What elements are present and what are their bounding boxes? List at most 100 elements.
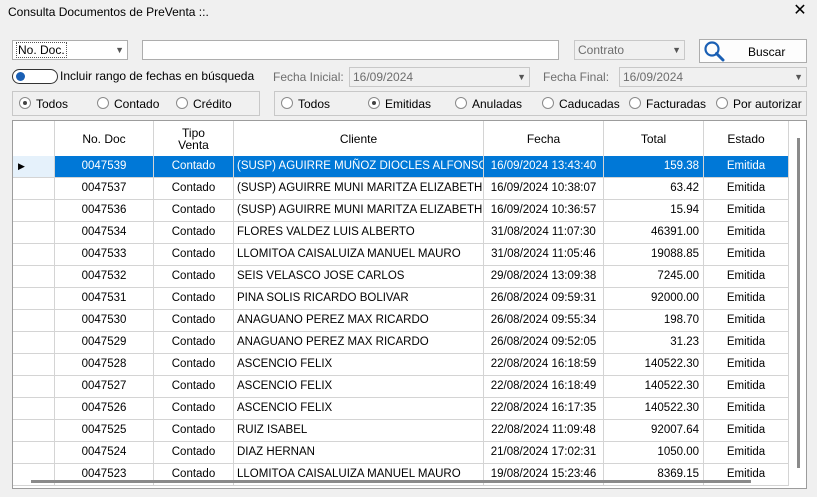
header-no-doc[interactable]: No. Doc bbox=[55, 121, 154, 156]
table-row[interactable]: 0047528 Contado ASCENCIO FELIX 22/08/2024 1… bbox=[13, 354, 789, 376]
cell-cliente[interactable]: DIAZ HERNAN bbox=[234, 442, 484, 464]
cell-estado[interactable]: Emitida bbox=[704, 244, 789, 266]
header-cliente[interactable]: Cliente bbox=[234, 121, 484, 156]
cell-fecha[interactable]: 22/08/2024 16:18:59 bbox=[484, 354, 604, 376]
cell-no-doc[interactable]: 0047532 bbox=[55, 266, 154, 288]
contract-select[interactable]: Contrato ▼ bbox=[574, 40, 685, 60]
include-date-range-toggle[interactable] bbox=[12, 69, 58, 84]
cell-fecha[interactable]: 26/08/2024 09:59:31 bbox=[484, 288, 604, 310]
cell-estado[interactable]: Emitida bbox=[704, 178, 789, 200]
cell-fecha[interactable]: 16/09/2024 10:36:57 bbox=[484, 200, 604, 222]
cell-estado[interactable]: Emitida bbox=[704, 200, 789, 222]
cell-estado[interactable]: Emitida bbox=[704, 332, 789, 354]
row-indicator[interactable] bbox=[13, 332, 55, 354]
cell-total[interactable]: 140522.30 bbox=[604, 398, 704, 420]
start-date-picker[interactable]: 16/09/2024 ▼ bbox=[349, 67, 530, 87]
cell-total[interactable]: 198.70 bbox=[604, 310, 704, 332]
cell-tipo[interactable]: Contado bbox=[154, 178, 234, 200]
cell-estado[interactable]: Emitida bbox=[704, 310, 789, 332]
cell-estado[interactable]: Emitida bbox=[704, 376, 789, 398]
row-indicator[interactable] bbox=[13, 354, 55, 376]
cell-cliente[interactable]: (SUSP) AGUIRRE MUÑOZ DIOCLES ALFONSO bbox=[234, 156, 484, 178]
status-pending-radio[interactable]: Por autorizar bbox=[716, 97, 802, 111]
cell-total[interactable]: 46391.00 bbox=[604, 222, 704, 244]
vertical-scrollbar[interactable] bbox=[797, 138, 800, 468]
cell-estado[interactable]: Emitida bbox=[704, 288, 789, 310]
cell-no-doc[interactable]: 0047536 bbox=[55, 200, 154, 222]
cell-tipo[interactable]: Contado bbox=[154, 376, 234, 398]
sale-type-all-radio[interactable]: Todos bbox=[19, 97, 68, 111]
header-total[interactable]: Total bbox=[604, 121, 704, 156]
row-indicator[interactable] bbox=[13, 376, 55, 398]
cell-estado[interactable]: Emitida bbox=[704, 442, 789, 464]
cell-cliente[interactable]: (SUSP) AGUIRRE MUNI MARITZA ELIZABETH bbox=[234, 178, 484, 200]
table-row[interactable]: 0047530 Contado ANAGUANO PEREZ MAX RICARDO… bbox=[13, 310, 789, 332]
cell-tipo[interactable]: Contado bbox=[154, 354, 234, 376]
row-indicator[interactable] bbox=[13, 244, 55, 266]
table-row[interactable]: 0047527 Contado ASCENCIO FELIX 22/08/2024 1… bbox=[13, 376, 789, 398]
row-indicator[interactable] bbox=[13, 288, 55, 310]
cell-tipo[interactable]: Contado bbox=[154, 156, 234, 178]
end-date-picker[interactable]: 16/09/2024 ▼ bbox=[619, 67, 807, 87]
status-issued-radio[interactable]: Emitidas bbox=[368, 97, 431, 111]
cell-no-doc[interactable]: 0047533 bbox=[55, 244, 154, 266]
cell-estado[interactable]: Emitida bbox=[704, 156, 789, 178]
search-button[interactable]: Buscar bbox=[699, 39, 807, 63]
cell-tipo[interactable]: Contado bbox=[154, 420, 234, 442]
cell-tipo[interactable]: Contado bbox=[154, 310, 234, 332]
cell-cliente[interactable]: SEIS VELASCO JOSE CARLOS bbox=[234, 266, 484, 288]
cell-estado[interactable]: Emitida bbox=[704, 420, 789, 442]
cell-cliente[interactable]: (SUSP) AGUIRRE MUNI MARITZA ELIZABETH bbox=[234, 200, 484, 222]
cell-no-doc[interactable]: 0047527 bbox=[55, 376, 154, 398]
horizontal-scrollbar[interactable] bbox=[31, 480, 751, 483]
cell-fecha[interactable]: 29/08/2024 13:09:38 bbox=[484, 266, 604, 288]
cell-tipo[interactable]: Contado bbox=[154, 200, 234, 222]
table-row[interactable]: 0047536 Contado (SUSP) AGUIRRE MUNI MARITZ… bbox=[13, 200, 789, 222]
table-row[interactable]: 0047524 Contado DIAZ HERNAN 21/08/2024 17:0… bbox=[13, 442, 789, 464]
cell-cliente[interactable]: RUIZ ISABEL bbox=[234, 420, 484, 442]
cell-cliente[interactable]: ANAGUANO PEREZ MAX RICARDO bbox=[234, 310, 484, 332]
cell-total[interactable]: 19088.85 bbox=[604, 244, 704, 266]
row-indicator[interactable] bbox=[13, 310, 55, 332]
cell-total[interactable]: 7245.00 bbox=[604, 266, 704, 288]
table-row[interactable]: 0047532 Contado SEIS VELASCO JOSE CARLOS 29… bbox=[13, 266, 789, 288]
row-indicator[interactable] bbox=[13, 178, 55, 200]
cell-cliente[interactable]: LLOMITOA CAISALUIZA MANUEL MAURO bbox=[234, 244, 484, 266]
status-all-radio[interactable]: Todos bbox=[281, 97, 330, 111]
header-tipo-venta[interactable]: Tipo Venta bbox=[154, 121, 234, 156]
cell-cliente[interactable]: ASCENCIO FELIX bbox=[234, 398, 484, 420]
cell-no-doc[interactable]: 0047528 bbox=[55, 354, 154, 376]
cell-total[interactable]: 92000.00 bbox=[604, 288, 704, 310]
cell-total[interactable]: 140522.30 bbox=[604, 376, 704, 398]
row-indicator[interactable]: ▶ bbox=[13, 156, 55, 178]
table-row[interactable]: 0047525 Contado RUIZ ISABEL 22/08/2024 11:0… bbox=[13, 420, 789, 442]
row-indicator[interactable] bbox=[13, 398, 55, 420]
sale-type-cash-radio[interactable]: Contado bbox=[97, 97, 159, 111]
cell-estado[interactable]: Emitida bbox=[704, 222, 789, 244]
row-indicator[interactable] bbox=[13, 266, 55, 288]
cell-fecha[interactable]: 31/08/2024 11:07:30 bbox=[484, 222, 604, 244]
cell-total[interactable]: 140522.30 bbox=[604, 354, 704, 376]
cell-no-doc[interactable]: 0047526 bbox=[55, 398, 154, 420]
cell-no-doc[interactable]: 0047531 bbox=[55, 288, 154, 310]
table-row[interactable]: 0047529 Contado ANAGUANO PEREZ MAX RICARDO… bbox=[13, 332, 789, 354]
cell-no-doc[interactable]: 0047530 bbox=[55, 310, 154, 332]
cell-cliente[interactable]: ASCENCIO FELIX bbox=[234, 376, 484, 398]
cell-total[interactable]: 15.94 bbox=[604, 200, 704, 222]
table-row[interactable]: 0047533 Contado LLOMITOA CAISALUIZA MANUEL… bbox=[13, 244, 789, 266]
header-fecha[interactable]: Fecha bbox=[484, 121, 604, 156]
cell-cliente[interactable]: ANAGUANO PEREZ MAX RICARDO bbox=[234, 332, 484, 354]
cell-tipo[interactable]: Contado bbox=[154, 244, 234, 266]
cell-no-doc[interactable]: 0047537 bbox=[55, 178, 154, 200]
cell-tipo[interactable]: Contado bbox=[154, 266, 234, 288]
cell-fecha[interactable]: 22/08/2024 16:18:49 bbox=[484, 376, 604, 398]
cell-cliente[interactable]: FLORES VALDEZ LUIS ALBERTO bbox=[234, 222, 484, 244]
cell-fecha[interactable]: 31/08/2024 11:05:46 bbox=[484, 244, 604, 266]
cell-no-doc[interactable]: 0047529 bbox=[55, 332, 154, 354]
cell-total[interactable]: 92007.64 bbox=[604, 420, 704, 442]
table-row[interactable]: 0047526 Contado ASCENCIO FELIX 22/08/2024 1… bbox=[13, 398, 789, 420]
status-voided-radio[interactable]: Anuladas bbox=[455, 97, 522, 111]
cell-total[interactable]: 159.38 bbox=[604, 156, 704, 178]
row-indicator[interactable] bbox=[13, 200, 55, 222]
cell-total[interactable]: 63.42 bbox=[604, 178, 704, 200]
